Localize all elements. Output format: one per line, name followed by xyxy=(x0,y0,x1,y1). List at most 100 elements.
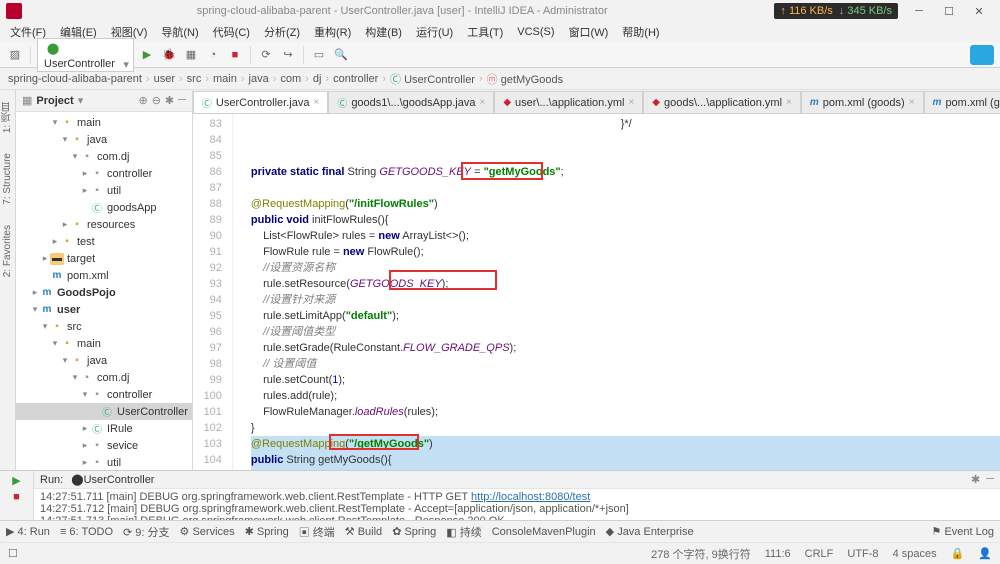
bottom-tab[interactable]: ✱ Spring xyxy=(245,525,289,538)
bottom-tab[interactable]: ⚒ Build xyxy=(345,525,382,538)
left-strip-tab[interactable]: 1: 项目 xyxy=(0,98,15,137)
left-strip-tab[interactable]: 7: Structure xyxy=(2,149,13,209)
tree-node[interactable]: ▾▪src xyxy=(16,318,192,335)
console-output[interactable]: 14:27:51.711 [main] DEBUG org.springfram… xyxy=(34,489,1000,520)
tree-node[interactable]: ▾▪java xyxy=(16,131,192,148)
menu-item[interactable]: 帮助(H) xyxy=(616,22,665,42)
readonly-lock-icon[interactable]: 🔒 xyxy=(951,547,965,560)
status-indent[interactable]: 4 spaces xyxy=(893,548,937,560)
run-settings-icon[interactable]: ✱ xyxy=(971,473,980,486)
tab-close-icon[interactable]: × xyxy=(479,97,485,108)
tab-close-icon[interactable]: × xyxy=(628,97,634,108)
tree-node[interactable]: ⒸUserController xyxy=(16,403,192,420)
search-icon[interactable]: 🔍 xyxy=(332,46,350,64)
tree-node[interactable]: ▸▬target xyxy=(16,250,192,267)
tab-close-icon[interactable]: × xyxy=(786,97,792,108)
bottom-tab[interactable]: ▣ 终端 xyxy=(299,524,335,540)
editor-tab[interactable]: mpom.xml (goods)× xyxy=(801,91,924,113)
bottom-tab[interactable]: ◧ 持续 xyxy=(446,524,481,540)
debug-icon[interactable]: 🐞 xyxy=(160,46,178,64)
bottom-tab[interactable]: ≡ 6: TODO xyxy=(60,526,113,538)
cloud-sync-icon[interactable] xyxy=(970,45,994,65)
menu-item[interactable]: VCS(S) xyxy=(511,24,560,40)
status-message-icon[interactable]: ☐ xyxy=(8,547,18,560)
add-config-icon[interactable]: ▨ xyxy=(6,46,24,64)
tree-node[interactable]: ▸▪util xyxy=(16,454,192,470)
tree-node[interactable]: ▾▪main xyxy=(16,335,192,352)
tree-node[interactable]: ▸ⒸIRule xyxy=(16,420,192,437)
breadcrumb-item[interactable]: main xyxy=(213,73,237,85)
breadcrumb-item[interactable]: ⓜ getMyGoods xyxy=(487,71,563,87)
editor-tab[interactable]: Ⓒgoods1\...\goodsApp.java× xyxy=(328,91,494,113)
close-button[interactable]: ✕ xyxy=(964,5,994,18)
editor-tab[interactable]: ◆goods\...\application.yml× xyxy=(643,91,801,113)
bottom-tab[interactable]: ✿ Spring xyxy=(392,525,436,538)
breadcrumb-item[interactable]: com xyxy=(280,73,301,85)
editor-tab[interactable]: ◆user\...\application.yml× xyxy=(494,91,643,113)
editor-tab[interactable]: mpom.xml (goods1)× xyxy=(924,91,1000,113)
hide-panel-icon[interactable]: ─ xyxy=(178,94,186,107)
status-encoding[interactable]: UTF-8 xyxy=(847,548,878,560)
tree-node[interactable]: ▸▪test xyxy=(16,233,192,250)
project-tree[interactable]: ▾▪main▾▪java▾▪com.dj▸▪controller▸▪utilⒸg… xyxy=(16,112,192,470)
coverage-icon[interactable]: ▦ xyxy=(182,46,200,64)
breadcrumb-item[interactable]: java xyxy=(249,73,269,85)
breadcrumb-item[interactable]: user xyxy=(154,73,175,85)
vcs-commit-icon[interactable]: ↪ xyxy=(279,46,297,64)
menu-item[interactable]: 构建(B) xyxy=(359,22,408,42)
stop-run-icon[interactable]: ■ xyxy=(9,491,25,505)
menu-item[interactable]: 分析(Z) xyxy=(258,22,306,42)
breadcrumb-item[interactable]: Ⓒ UserController xyxy=(390,71,475,87)
profile-icon[interactable]: ◔ xyxy=(204,46,222,64)
tree-node[interactable]: ▾▪com.dj xyxy=(16,369,192,386)
code-body[interactable]: }*/ private static final String GETGOODS… xyxy=(233,114,1000,470)
left-strip-tab[interactable]: 2: Favorites xyxy=(2,221,13,281)
vcs-update-icon[interactable]: ⟳ xyxy=(257,46,275,64)
tree-node[interactable]: ⒸgoodsApp xyxy=(16,199,192,216)
bottom-tab[interactable]: ConsoleMavenPlugin xyxy=(492,526,596,538)
menu-item[interactable]: 导航(N) xyxy=(155,22,204,42)
stop-icon[interactable]: ■ xyxy=(226,46,244,64)
code-editor[interactable]: 8384858687888990919293949596979899100101… xyxy=(193,114,1000,470)
run-hide-icon[interactable]: ─ xyxy=(986,473,994,486)
tree-node[interactable]: ▾▪controller xyxy=(16,386,192,403)
tree-node[interactable]: ▾▪java xyxy=(16,352,192,369)
status-line-sep[interactable]: CRLF xyxy=(805,548,834,560)
menu-item[interactable]: 工具(T) xyxy=(461,22,509,42)
minimize-button[interactable]: ─ xyxy=(904,5,934,17)
structure-icon[interactable]: ▭ xyxy=(310,46,328,64)
editor-tab[interactable]: ⒸUserController.java× xyxy=(193,91,328,113)
inspect-icon[interactable]: 👤 xyxy=(978,547,992,560)
bottom-tab[interactable]: ◆ Java Enterprise xyxy=(606,525,694,538)
menu-item[interactable]: 代码(C) xyxy=(207,22,256,42)
run-config-select[interactable]: ⬤ UserController xyxy=(37,38,134,72)
event-log-tab[interactable]: ⚑ Event Log xyxy=(932,525,994,538)
select-opened-icon[interactable]: ⊖ xyxy=(152,94,161,107)
menu-item[interactable]: 窗口(W) xyxy=(563,22,615,42)
breadcrumb-item[interactable]: controller xyxy=(333,73,378,85)
maximize-button[interactable]: ☐ xyxy=(934,5,964,18)
bottom-tab[interactable]: ⚙ Services xyxy=(180,525,235,538)
collapse-all-icon[interactable]: ⊕ xyxy=(138,94,147,107)
menu-item[interactable]: 重构(R) xyxy=(308,22,357,42)
tree-node[interactable]: ▸▪util xyxy=(16,182,192,199)
bottom-tab[interactable]: ▶ 4: Run xyxy=(6,525,50,538)
breadcrumb-item[interactable]: spring-cloud-alibaba-parent xyxy=(8,73,142,85)
run-icon[interactable]: ▶ xyxy=(138,46,156,64)
tree-node[interactable]: ▾▪com.dj xyxy=(16,148,192,165)
menu-item[interactable]: 运行(U) xyxy=(410,22,459,42)
tree-node[interactable]: ▾▪main xyxy=(16,114,192,131)
tree-node[interactable]: mpom.xml xyxy=(16,267,192,284)
tab-close-icon[interactable]: × xyxy=(909,97,915,108)
tree-node[interactable]: ▸▪controller xyxy=(16,165,192,182)
bottom-tab[interactable]: ⟳ 9: 分支 xyxy=(123,524,170,540)
tree-node[interactable]: ▸mGoodsPojo xyxy=(16,284,192,301)
panel-expand-icon[interactable]: ▦ xyxy=(22,94,32,107)
settings-icon[interactable]: ✱ xyxy=(165,94,174,107)
tree-node[interactable]: ▾muser xyxy=(16,301,192,318)
rerun-icon[interactable]: ▶ xyxy=(9,474,25,488)
breadcrumb-item[interactable]: dj xyxy=(313,73,322,85)
tree-node[interactable]: ▸▪resources xyxy=(16,216,192,233)
tab-close-icon[interactable]: × xyxy=(313,97,319,108)
tree-node[interactable]: ▸▪sevice xyxy=(16,437,192,454)
